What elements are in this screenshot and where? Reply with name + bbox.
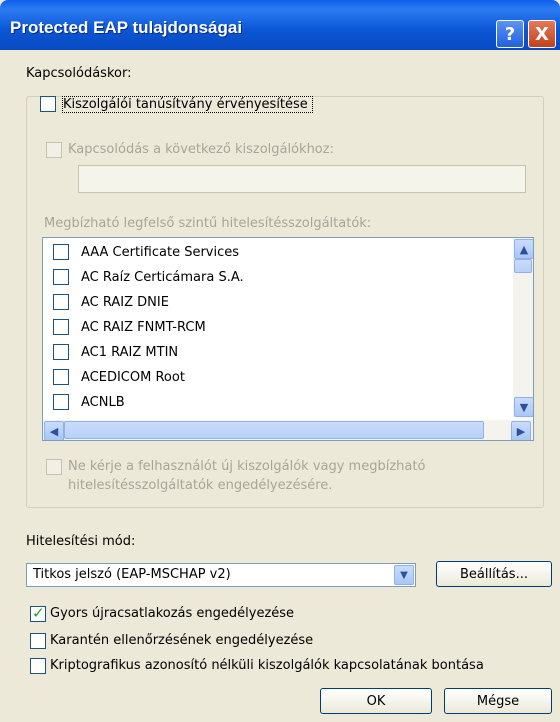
no-prompt-checkbox[interactable]	[46, 459, 62, 475]
no-prompt-label-line1: Ne kérje a felhasználót új kiszolgálók v…	[68, 459, 426, 474]
validate-cert-checkbox[interactable]	[40, 96, 56, 112]
validate-cert-label: Kiszolgálói tanúsítvány érvényesítése	[62, 96, 313, 113]
checkbox[interactable]	[53, 344, 69, 360]
connect-servers-input[interactable]	[78, 165, 526, 193]
auth-method-value: Titkos jelszó (EAP-MSCHAP v2)	[33, 567, 231, 582]
list-item[interactable]: AC1 RAIZ MTIN	[43, 340, 503, 364]
crypto-disconnect-label: Kriptografikus azonosító nélküli kiszolg…	[50, 658, 484, 673]
connect-servers-checkbox[interactable]	[46, 142, 62, 158]
ok-button[interactable]: OK	[320, 688, 432, 714]
checkbox[interactable]	[53, 244, 69, 260]
chevron-down-icon[interactable]: ▼	[394, 565, 414, 585]
list-item-label: ACNLB	[81, 395, 125, 410]
scroll-right-icon[interactable]: ▶	[511, 421, 531, 440]
scroll-thumb[interactable]	[514, 259, 532, 273]
fast-reconnect-label: Gyors újracsatlakozás engedélyezése	[50, 606, 295, 621]
cancel-button[interactable]: Mégse	[444, 688, 552, 714]
no-prompt-label-line2: hitelesítésszolgáltatók engedélyezésére.	[68, 478, 333, 493]
cancel-button-label: Mégse	[476, 693, 520, 709]
list-item-label: AAA Certificate Services	[81, 245, 240, 260]
settings-button[interactable]: Beállítás...	[436, 561, 552, 587]
checkbox[interactable]	[53, 369, 69, 385]
scroll-thumb[interactable]	[64, 421, 484, 439]
fast-reconnect-checkbox[interactable]	[30, 604, 46, 622]
settings-button-label: Beállítás...	[460, 566, 528, 582]
crypto-disconnect-checkbox[interactable]	[30, 658, 46, 674]
list-item[interactable]: AC RAIZ DNIE	[43, 290, 503, 314]
quarantine-label: Karantén ellenőrzésének engedélyezése	[50, 633, 314, 648]
horizontal-scrollbar[interactable]: ◀ ▶	[43, 420, 533, 440]
list-item[interactable]: ACNLB	[43, 390, 503, 414]
list-item-label: AC1 RAIZ MTIN	[81, 345, 179, 360]
checkbox[interactable]	[53, 294, 69, 310]
quarantine-checkbox[interactable]	[30, 633, 46, 649]
help-button[interactable]: ?	[496, 20, 524, 48]
vertical-scrollbar[interactable]: ▲ ▼	[513, 238, 533, 418]
checkbox[interactable]	[53, 319, 69, 335]
window-title: Protected EAP tulajdonságai	[10, 18, 243, 37]
auth-method-label: Hitelesítési mód:	[26, 534, 136, 549]
list-item[interactable]: AC Raíz Certicámara S.A.	[43, 265, 503, 289]
list-item-label: AC RAIZ FNMT-RCM	[81, 320, 206, 335]
checkbox[interactable]	[53, 269, 69, 285]
checkbox[interactable]	[53, 394, 69, 410]
trusted-ca-list[interactable]: AAA Certificate Services AC Raíz Certicá…	[42, 237, 534, 441]
list-item-label: AC RAIZ DNIE	[81, 295, 169, 310]
trusted-ca-label: Megbízható legfelső szintű hitelesítéssz…	[44, 216, 372, 231]
list-item[interactable]: AC RAIZ FNMT-RCM	[43, 315, 503, 339]
list-item-label: AC Raíz Certicámara S.A.	[81, 270, 244, 285]
scroll-down-icon[interactable]: ▼	[514, 397, 533, 417]
list-item-label: ACEDICOM Root	[81, 370, 185, 385]
ok-button-label: OK	[366, 693, 386, 709]
auth-method-select[interactable]: Titkos jelszó (EAP-MSCHAP v2) ▼	[26, 563, 416, 587]
connect-servers-label: Kapcsolódás a következő kiszolgálókhoz:	[68, 142, 334, 157]
scroll-left-icon[interactable]: ◀	[44, 421, 64, 440]
list-item[interactable]: ACEDICOM Root	[43, 365, 503, 389]
scroll-up-icon[interactable]: ▲	[514, 239, 533, 259]
title-bar: Protected EAP tulajdonságai ? X	[0, 0, 560, 50]
close-button[interactable]: X	[528, 20, 556, 48]
dialog-window: Protected EAP tulajdonságai ? X Kapcsoló…	[0, 0, 560, 722]
list-item[interactable]: AAA Certificate Services	[43, 240, 503, 264]
connect-label: Kapcsolódáskor:	[26, 66, 132, 81]
